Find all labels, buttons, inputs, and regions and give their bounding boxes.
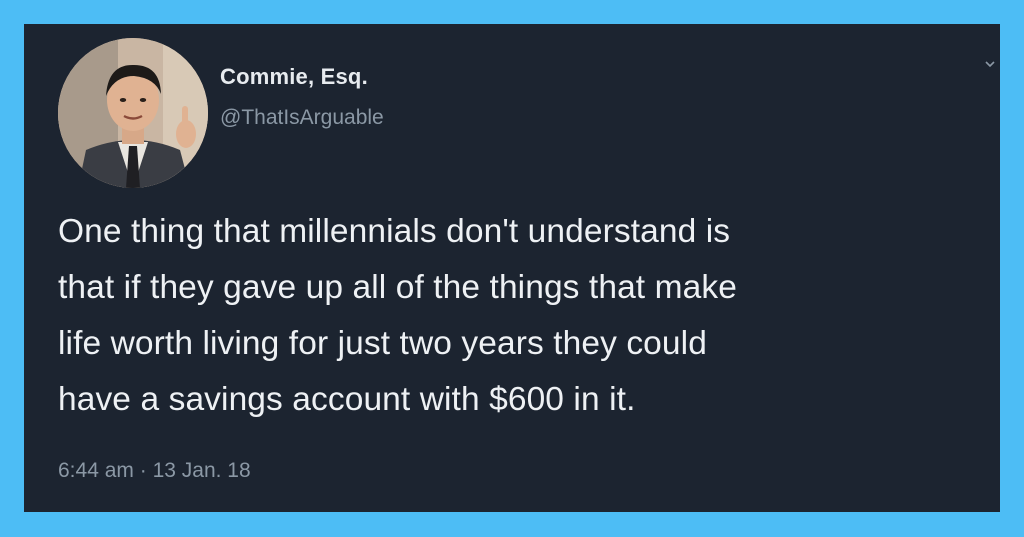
tweet-timestamp[interactable]: 6:44 am · 13 Jan. 18 bbox=[58, 459, 251, 483]
tweet-card: Commie, Esq. @ThatIsArguable One thing t… bbox=[24, 24, 1000, 512]
author-handle[interactable]: @ThatIsArguable bbox=[220, 106, 384, 130]
timestamp-separator: · bbox=[139, 459, 147, 482]
tweet-text-line: that if they gave up all of the things t… bbox=[58, 269, 737, 306]
tweet-date: 13 Jan. 18 bbox=[152, 459, 251, 482]
tweet-text: One thing that millennials don't underst… bbox=[58, 204, 988, 428]
tweet-text-line: life worth living for just two years the… bbox=[58, 325, 707, 362]
tweet-text-line: One thing that millennials don't underst… bbox=[58, 213, 731, 250]
author-display-name[interactable]: Commie, Esq. bbox=[220, 64, 368, 90]
tweet-text-line: have a savings account with $600 in it. bbox=[58, 381, 636, 418]
profile-photo-icon bbox=[58, 38, 208, 188]
avatar[interactable] bbox=[58, 38, 208, 188]
chevron-down-icon[interactable] bbox=[984, 58, 996, 70]
tweet-time: 6:44 am bbox=[58, 459, 134, 482]
